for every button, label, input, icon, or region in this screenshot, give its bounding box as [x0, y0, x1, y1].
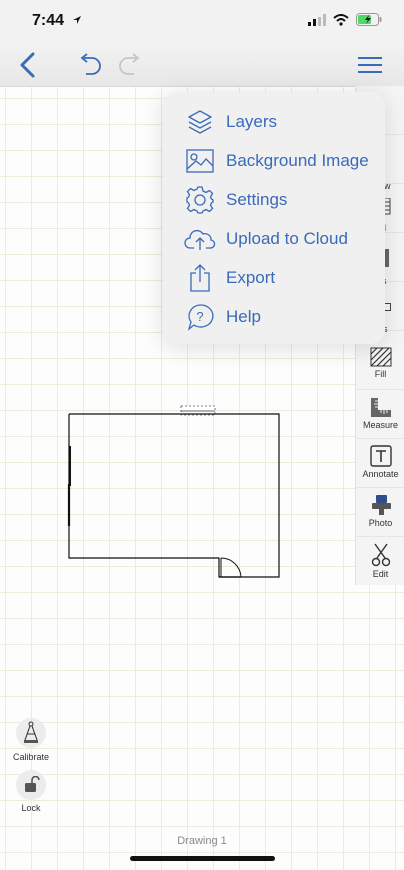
ruler-icon [370, 398, 391, 417]
menu-label-help: Help [226, 306, 261, 326]
home-indicator[interactable] [130, 856, 275, 861]
wall-icon [384, 198, 391, 215]
wifi-icon [333, 13, 349, 26]
menu-label-background-image: Background Image [226, 150, 369, 170]
calibrate-button[interactable] [16, 718, 46, 748]
compass-icon [24, 721, 38, 743]
battery-charging-icon [356, 13, 382, 26]
lock-label: Lock [21, 803, 41, 813]
menu-item-settings[interactable]: Settings [163, 180, 385, 219]
room-walls [68, 413, 280, 578]
menu-label-upload-to-cloud: Upload to Cloud [226, 228, 348, 248]
lock-button[interactable] [16, 770, 46, 800]
redo-icon[interactable] [116, 52, 142, 78]
drawing-name: Drawing 1 [177, 835, 227, 847]
tool-edit[interactable]: Edit [356, 537, 404, 585]
help-bubble-icon: ? [183, 302, 217, 332]
app-menu-popover: Layers Background Image Settings Upload … [163, 92, 385, 344]
share-icon [183, 263, 217, 293]
gear-icon [183, 185, 217, 215]
scissors-icon [371, 543, 390, 567]
tool-label-edit: Edit [372, 569, 389, 579]
menu-item-export[interactable]: Export [163, 258, 385, 297]
door-swing [220, 557, 242, 578]
menu-label-layers: Layers [226, 111, 278, 131]
opening-icon [384, 249, 389, 267]
svg-text:?: ? [196, 309, 203, 324]
location-arrow-icon [73, 16, 81, 24]
image-icon [183, 146, 217, 176]
menu-label-export: Export [226, 267, 276, 287]
back-chevron-icon[interactable] [18, 52, 38, 78]
status-icons [308, 13, 382, 26]
tool-label-photo: Photo [368, 518, 393, 528]
status-time: 7:44 [32, 12, 65, 29]
undo-icon[interactable] [78, 52, 104, 78]
navigation-bar [0, 44, 404, 87]
tool-measure[interactable]: Measure [356, 390, 404, 439]
shape-icon [384, 303, 391, 311]
fill-hatch-icon [370, 347, 391, 367]
hamburger-menu-icon[interactable] [357, 54, 383, 76]
status-bar: 7:44 [0, 0, 404, 44]
menu-item-help[interactable]: ? Help [163, 297, 385, 336]
menu-item-upload-to-cloud[interactable]: Upload to Cloud [163, 219, 385, 258]
text-box-icon [369, 445, 392, 467]
signal-icon [308, 13, 326, 26]
cloud-upload-icon [183, 224, 217, 254]
tool-label-measure: Measure [362, 420, 398, 430]
camera-pin-icon [371, 495, 391, 515]
tool-fill[interactable]: Fill [356, 341, 404, 390]
tool-annotate[interactable]: Annotate [356, 439, 404, 488]
tool-photo[interactable]: Photo [356, 488, 404, 537]
calibrate-label: Calibrate [12, 752, 50, 762]
tool-label-annotate: Annotate [362, 469, 399, 479]
tool-label-fill: Fill [374, 369, 387, 379]
unlock-icon [25, 776, 40, 792]
layers-icon [183, 107, 217, 137]
menu-item-layers[interactable]: Layers [163, 102, 385, 141]
menu-label-settings: Settings [226, 189, 288, 209]
menu-item-background-image[interactable]: Background Image [163, 141, 385, 180]
